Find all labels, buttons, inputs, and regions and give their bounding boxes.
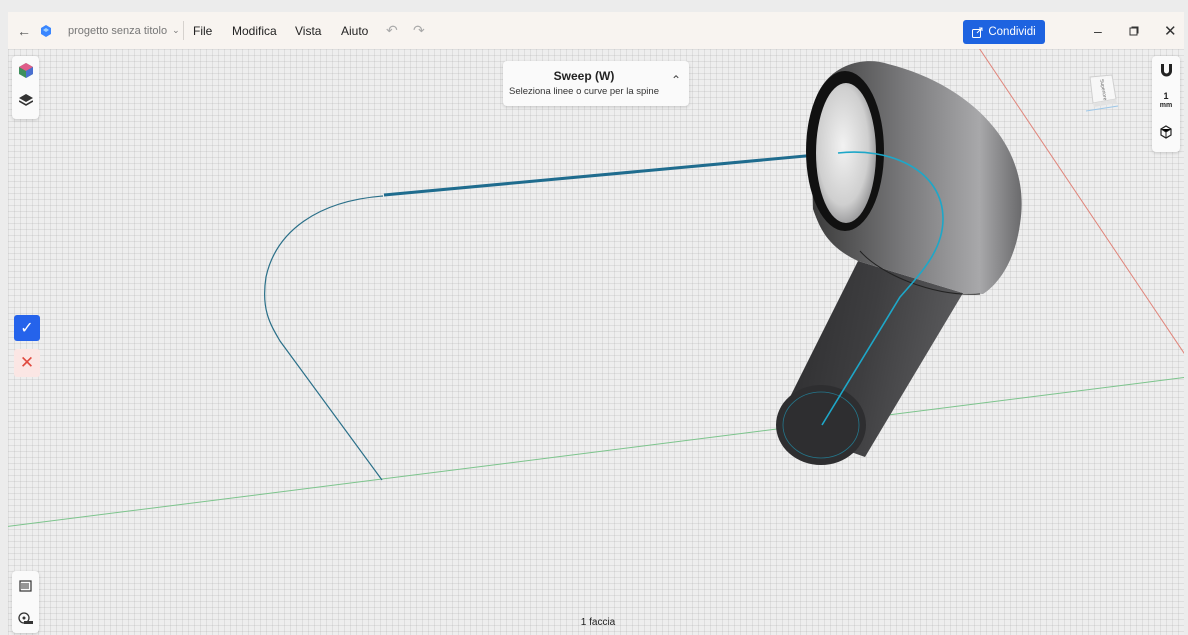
magnet-snap-icon[interactable] — [1156, 60, 1176, 80]
bottom-cap[interactable] — [776, 385, 866, 465]
menu-file[interactable]: File — [193, 12, 212, 49]
sketch-curve[interactable] — [263, 195, 384, 481]
confirm-button[interactable]: ✓ — [14, 315, 40, 341]
menu-modifica[interactable]: Modifica — [232, 12, 277, 49]
right-top-toolbar: 1 mm — [1152, 56, 1180, 152]
redo-icon[interactable]: ↷ — [413, 12, 425, 49]
undo-icon[interactable]: ↶ — [386, 12, 398, 49]
cancel-button[interactable]: ✕ — [14, 349, 40, 377]
measure-tape-icon[interactable] — [16, 608, 35, 627]
divider — [183, 21, 184, 40]
materials-cube-icon[interactable] — [16, 61, 35, 80]
y-axis-line — [8, 377, 1184, 527]
left-bottom-toolbar — [12, 571, 39, 633]
share-button[interactable]: Condividi — [963, 20, 1045, 44]
selected-spine-segment[interactable] — [383, 151, 839, 197]
object-stack-icon[interactable] — [16, 576, 35, 595]
tool-hint-panel: Sweep (W) Seleziona linee o curve per la… — [503, 61, 689, 106]
viewport-3d[interactable]: Sweep (W) Seleziona linee o curve per la… — [8, 49, 1184, 635]
project-name: progetto senza titolo — [68, 24, 168, 37]
units-indicator[interactable]: 1 mm — [1152, 92, 1180, 110]
back-arrow-icon[interactable]: ← — [16, 12, 32, 49]
restore-icon[interactable] — [1129, 12, 1139, 49]
tool-hint-subtitle: Seleziona linee o curve per la spine — [509, 86, 659, 97]
cross-icon: ✕ — [19, 353, 35, 372]
app-logo-icon[interactable] — [40, 12, 54, 49]
title-bar: ← progetto senza titolo ⌄ File Modifica … — [8, 12, 1184, 49]
minimize-icon[interactable]: – — [1094, 12, 1102, 49]
layers-icon[interactable] — [16, 91, 35, 110]
share-label: Condividi — [988, 26, 1036, 38]
project-name-dropdown[interactable]: progetto senza titolo ⌄ — [68, 12, 180, 49]
close-icon[interactable]: ✕ — [1164, 12, 1177, 49]
units-value: 1 — [1163, 91, 1169, 101]
scene-canvas[interactable] — [8, 49, 1184, 635]
tool-hint-title: Sweep (W) — [553, 69, 615, 83]
view-cube[interactable]: Superiore — [1082, 73, 1122, 113]
units-unit: mm — [1159, 102, 1173, 109]
view-mode-icon[interactable] — [1156, 122, 1176, 142]
share-icon — [972, 27, 983, 38]
chevron-up-icon[interactable]: ⌃ — [671, 73, 681, 87]
chevron-down-icon: ⌄ — [172, 25, 180, 35]
left-top-toolbar — [12, 56, 39, 119]
menu-vista[interactable]: Vista — [295, 12, 321, 49]
checkmark-icon: ✓ — [20, 320, 34, 337]
menu-aiuto[interactable]: Aiuto — [341, 12, 368, 49]
selection-status: 1 faccia — [580, 617, 616, 628]
